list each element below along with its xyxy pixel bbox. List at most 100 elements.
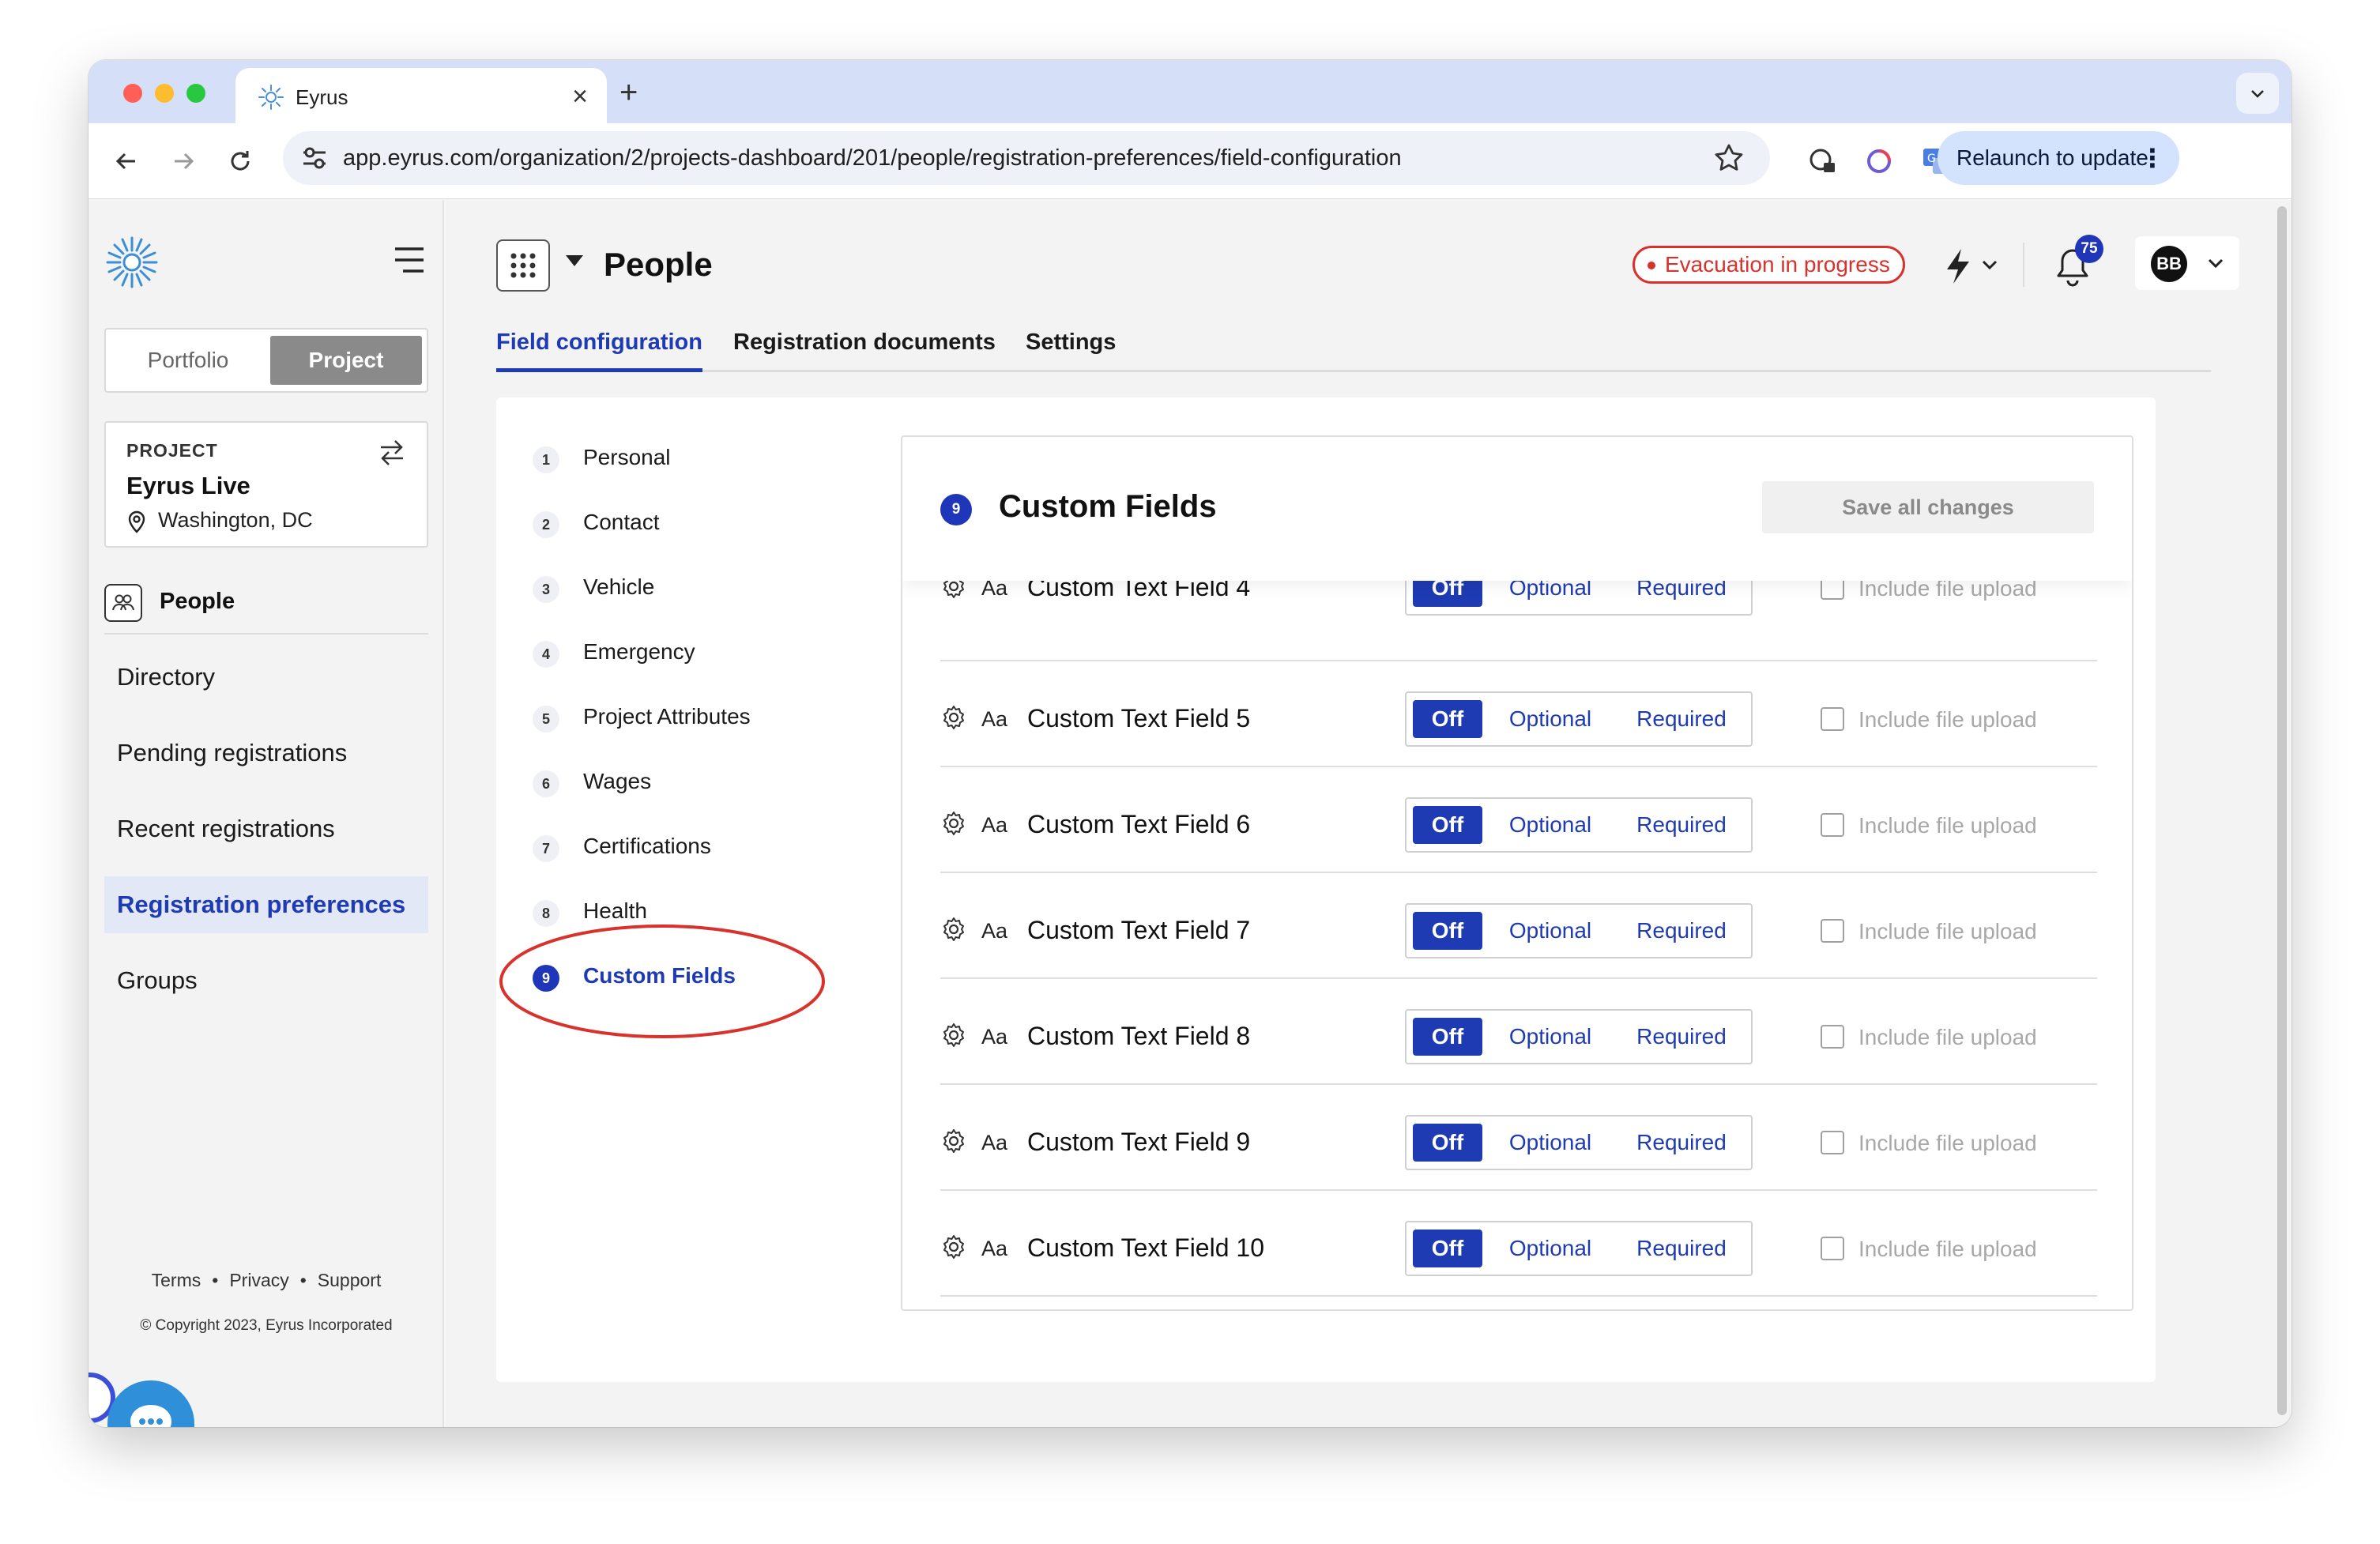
field-name: Custom Text Field 8 — [1027, 1022, 1251, 1050]
include-file-upload-label: Include file upload — [1858, 1237, 2037, 1261]
close-tab-icon[interactable]: × — [572, 79, 588, 114]
project-label: PROJECT — [126, 440, 218, 461]
browser-window: Eyrus × + app.eyrus.com/organization/2/p… — [88, 60, 2292, 1427]
terms-link[interactable]: Terms — [152, 1270, 201, 1290]
field-name: Custom Text Field 9 — [1027, 1128, 1251, 1156]
include-file-upload-checkbox[interactable] — [1821, 1131, 1844, 1154]
chevron-down-icon — [2208, 258, 2224, 269]
back-button[interactable] — [106, 141, 147, 182]
hamburger-menu-icon[interactable] — [394, 246, 425, 274]
gear-icon[interactable] — [940, 1022, 967, 1049]
nav-item-groups[interactable]: Groups — [104, 952, 428, 1009]
site-settings-icon[interactable] — [299, 142, 330, 174]
lightning-bolt-icon[interactable] — [1938, 246, 2001, 287]
field-row: Aa Custom Text Field 7 Off Optional Required… — [940, 873, 2097, 979]
step-number: 6 — [533, 770, 559, 797]
tab-settings[interactable]: Settings — [1026, 318, 1116, 372]
nav-item-recent-registrations[interactable]: Recent registrations — [104, 800, 428, 857]
nav-item-registration-preferences[interactable]: Registration preferences — [104, 876, 428, 933]
main-content: People Evacuation in progress 75 BB Fiel… — [446, 200, 2292, 1427]
required-option[interactable]: Required — [1620, 1222, 1743, 1275]
optional-option[interactable]: Optional — [1495, 693, 1606, 745]
forward-button[interactable] — [163, 141, 204, 182]
bookmark-star-icon[interactable] — [1712, 141, 1746, 175]
chat-support-button[interactable] — [107, 1380, 194, 1427]
off-option[interactable]: Off — [1413, 1230, 1482, 1267]
panel-step-number: 9 — [940, 494, 972, 525]
required-option[interactable]: Required — [1620, 799, 1743, 851]
include-file-upload-label: Include file upload — [1858, 1131, 2037, 1155]
tab-registration-documents[interactable]: Registration documents — [733, 318, 996, 372]
include-file-upload-checkbox[interactable] — [1821, 813, 1844, 837]
tab-search-button[interactable] — [2236, 73, 2279, 114]
include-file-upload-label: Include file upload — [1858, 813, 2037, 838]
zoom-window-button[interactable] — [186, 84, 205, 103]
optional-option[interactable]: Optional — [1495, 1117, 1606, 1169]
gear-icon[interactable] — [940, 1233, 967, 1260]
optional-option[interactable]: Optional — [1495, 1011, 1606, 1063]
browser-tab[interactable]: Eyrus × — [235, 68, 607, 123]
optional-option[interactable]: Optional — [1495, 1222, 1606, 1275]
gear-icon[interactable] — [940, 916, 967, 943]
project-toggle-button[interactable]: Project — [270, 336, 422, 385]
text-type-glyph: Aa — [981, 707, 1008, 731]
tab-field-configuration[interactable]: Field configuration — [496, 318, 702, 372]
people-section-label: People — [160, 589, 235, 614]
off-option[interactable]: Off — [1413, 1124, 1482, 1162]
new-tab-icon[interactable]: + — [619, 73, 638, 112]
off-option[interactable]: Off — [1413, 912, 1482, 950]
required-option[interactable]: Required — [1620, 1117, 1743, 1169]
off-option[interactable]: Off — [1413, 1018, 1482, 1056]
caret-down-icon[interactable] — [566, 255, 583, 266]
people-section-header: People — [104, 579, 428, 635]
custom-fields-panel: 9 Custom Fields Save all changes Aa Custo… — [901, 435, 2133, 1311]
page-tabs: Field configuration Registration documen… — [496, 318, 2211, 372]
relaunch-to-update-button[interactable]: Relaunch to update ⋮ — [1938, 131, 2179, 185]
required-option[interactable]: Required — [1620, 693, 1743, 745]
app-switcher-button[interactable] — [496, 239, 550, 292]
field-name: Custom Text Field 6 — [1027, 810, 1251, 838]
minimize-window-button[interactable] — [155, 84, 174, 103]
evacuation-status-badge[interactable]: Evacuation in progress — [1632, 246, 1905, 284]
close-window-button[interactable] — [123, 84, 142, 103]
required-option[interactable]: Required — [1620, 905, 1743, 957]
password-extension-icon[interactable] — [1803, 142, 1841, 180]
page-scrollbar[interactable] — [2277, 206, 2287, 1415]
requirement-toggle: Off Optional Required — [1405, 797, 1753, 853]
save-all-changes-button[interactable]: Save all changes — [1762, 481, 2094, 533]
step-number: 1 — [533, 446, 559, 473]
color-extension-icon[interactable] — [1860, 142, 1898, 180]
more-vertical-icon[interactable]: ⋮ — [2140, 131, 2165, 185]
swap-arrows-icon[interactable] — [376, 437, 408, 469]
footer-links: Terms • Privacy • Support — [88, 1270, 444, 1291]
nav-item-directory[interactable]: Directory — [104, 649, 428, 706]
gear-icon[interactable] — [940, 810, 967, 837]
eyrus-logo-icon[interactable] — [104, 235, 160, 290]
address-bar[interactable]: app.eyrus.com/organization/2/projects-da… — [283, 131, 1770, 185]
include-file-upload-checkbox[interactable] — [1821, 919, 1844, 943]
user-menu-button[interactable]: BB — [2135, 236, 2239, 290]
required-option[interactable]: Required — [1620, 1011, 1743, 1063]
include-file-upload-checkbox[interactable] — [1821, 1025, 1844, 1049]
eyrus-favicon-icon — [258, 85, 284, 110]
gear-icon[interactable] — [940, 1128, 967, 1154]
privacy-link[interactable]: Privacy — [229, 1270, 288, 1290]
portfolio-toggle-button[interactable]: Portfolio — [106, 330, 270, 391]
reload-button[interactable] — [220, 141, 261, 182]
step-label: Contact — [583, 510, 660, 534]
include-file-upload-checkbox[interactable] — [1821, 1237, 1844, 1260]
project-name: Eyrus Live — [126, 472, 250, 499]
gear-icon[interactable] — [940, 704, 967, 731]
avatar: BB — [2151, 246, 2187, 282]
include-file-upload-checkbox[interactable] — [1821, 707, 1844, 731]
chevron-down-icon — [2251, 90, 2264, 98]
optional-option[interactable]: Optional — [1495, 799, 1606, 851]
off-option[interactable]: Off — [1413, 806, 1482, 844]
step-label: Health — [583, 898, 647, 923]
reload-icon — [231, 151, 250, 171]
field-row: Aa Custom Text Field 6 Off Optional Required… — [940, 767, 2097, 873]
support-link[interactable]: Support — [318, 1270, 382, 1290]
nav-item-pending-registrations[interactable]: Pending registrations — [104, 725, 428, 781]
off-option[interactable]: Off — [1413, 700, 1482, 738]
optional-option[interactable]: Optional — [1495, 905, 1606, 957]
